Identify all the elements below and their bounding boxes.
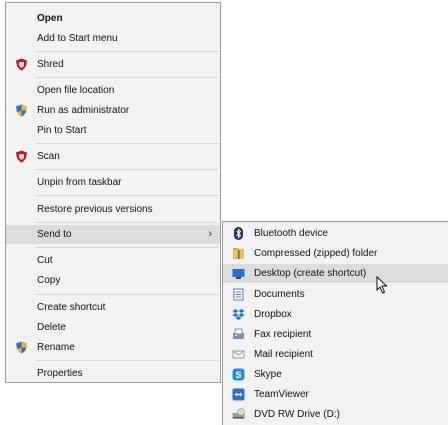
menu-item-label: Mail recipient [254,349,313,360]
menu-item-label: Properties [37,368,83,379]
menu-item-run-as-administrator[interactable]: Run as administrator [6,101,220,120]
sendto-item-desktop[interactable]: Desktop (create shortcut) [223,264,448,283]
menu-item-scan[interactable]: Scan [6,147,220,166]
menu-item-label: Skype [254,369,282,380]
menu-item-label: Desktop (create shortcut) [254,268,367,279]
sendto-item-documents[interactable]: Documents [223,285,448,304]
menu-item-label: Open file location [37,85,115,96]
menu-item-cut[interactable]: Cut [6,251,220,270]
menu-separator [36,247,218,248]
menu-separator [36,51,218,52]
menu-item-create-shortcut[interactable]: Create shortcut [6,298,220,317]
menu-separator [36,77,218,78]
menu-item-add-to-start-menu[interactable]: Add to Start menu [6,29,220,48]
menu-item-copy[interactable]: Copy [6,271,220,290]
uac-shield-icon [15,341,28,354]
sendto-item-skype[interactable]: S Skype [223,365,448,384]
shield-icon [15,150,28,163]
zip-folder-icon [232,247,245,260]
menu-item-label: Bluetooth device [254,228,328,239]
menu-item-label: Documents [254,289,305,300]
chevron-right-icon: › [208,228,212,240]
menu-item-label: Restore previous versions [37,204,153,215]
menu-item-label: Pin to Start [37,125,87,136]
menu-item-label: Copy [37,275,61,286]
sendto-item-dvd-drive[interactable]: DVD RW Drive (D:) [223,405,448,424]
menu-item-unpin-from-taskbar[interactable]: Unpin from taskbar [6,173,220,192]
menu-item-restore-previous-versions[interactable]: Restore previous versions [6,200,220,219]
menu-item-label: Unpin from taskbar [37,177,122,188]
dvd-drive-icon [232,408,245,421]
menu-item-label: DVD RW Drive (D:) [254,409,340,420]
menu-item-shred[interactable]: Shred [6,55,220,74]
sendto-item-fax[interactable]: Fax recipient [223,325,448,344]
menu-item-label: Send to [37,229,72,240]
sendto-item-compressed-folder[interactable]: Compressed (zipped) folder [223,244,448,263]
menu-separator [36,360,218,361]
menu-item-label: Scan [37,151,60,162]
teamviewer-icon [232,388,245,401]
menu-item-delete[interactable]: Delete [6,318,220,337]
menu-item-send-to[interactable]: Send to › [6,225,220,244]
menu-separator [36,195,218,196]
mouse-cursor-icon [376,276,388,294]
menu-item-label: TeamViewer [254,389,309,400]
menu-item-open-file-location[interactable]: Open file location [6,81,220,100]
bluetooth-icon [232,227,245,240]
menu-item-label: Add to Start menu [37,33,118,44]
menu-item-label: Dropbox [254,309,292,320]
menu-item-label: Shred [37,59,64,70]
menu-separator [36,143,218,144]
menu-item-label: Create shortcut [37,302,106,313]
svg-text:S: S [235,370,241,380]
skype-icon: S [232,368,245,381]
context-menu: Open Add to Start menu Shred Open file l… [5,2,221,383]
menu-item-label: Compressed (zipped) folder [254,248,378,259]
menu-separator [36,169,218,170]
sendto-item-mail[interactable]: Mail recipient [223,345,448,364]
desktop-icon [232,267,245,280]
menu-item-label: Fax recipient [254,329,312,340]
send-to-submenu: Bluetooth device Compressed (zipped) fol… [222,221,448,425]
menu-item-properties[interactable]: Properties [6,364,220,383]
shield-icon [15,58,28,71]
menu-item-rename[interactable]: Rename [6,338,220,357]
mail-icon [232,348,245,361]
menu-item-pin-to-start[interactable]: Pin to Start [6,121,220,140]
menu-item-open[interactable]: Open [6,9,220,28]
menu-item-label: Rename [37,342,75,353]
uac-shield-icon [15,104,28,117]
menu-separator [36,294,218,295]
dropbox-icon [232,308,245,321]
menu-item-label: Cut [37,255,53,266]
menu-item-label: Run as administrator [37,105,130,116]
sendto-item-dropbox[interactable]: Dropbox [223,305,448,324]
documents-icon [232,288,245,301]
menu-item-label: Delete [37,322,66,333]
sendto-item-bluetooth[interactable]: Bluetooth device [223,224,448,243]
menu-item-label: Open [37,13,63,24]
menu-separator [36,222,218,223]
sendto-item-teamviewer[interactable]: TeamViewer [223,385,448,404]
fax-icon [232,328,245,341]
